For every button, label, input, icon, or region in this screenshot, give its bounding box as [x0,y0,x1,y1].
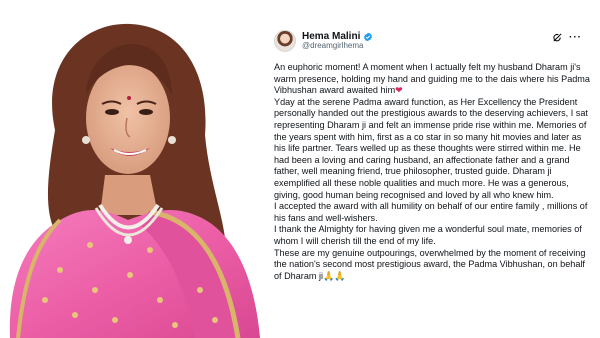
tweet-text: An euphoric moment! A moment when I actu… [274,62,590,282]
portrait-photo [0,0,262,338]
author-handle[interactable]: @dreamgirlhema [302,41,373,50]
paragraph-text: These are my genuine outpourings, overwh… [274,247,586,281]
tweet-paragraph-1: An euphoric moment! A moment when I actu… [274,62,590,97]
author-block: Hema Malini @dreamgirlhema [302,31,373,51]
tweet-paragraph-3: I accepted the award with all humility o… [274,201,588,223]
more-options-icon[interactable]: ··· [569,32,582,43]
header-actions: ··· [552,32,582,43]
portrait-illustration [0,0,262,338]
tweet-card: Hema Malini @dreamgirlhema ··· An euphor… [262,0,600,338]
avatar[interactable] [274,30,296,52]
paragraph-text: An euphoric moment! A moment when I actu… [274,62,590,96]
pray-emoji: 🙏🙏 [323,270,346,281]
tweet-header: Hema Malini @dreamgirlhema ··· [274,28,590,54]
tweet-paragraph-5: These are my genuine outpourings, overwh… [274,248,590,283]
tweet-paragraph-2: Yday at the serene Padma award function,… [274,96,588,200]
grok-icon[interactable] [552,32,563,43]
tweet-paragraph-4: I thank the Almighty for having given me… [274,224,582,246]
verified-badge-icon [364,32,373,42]
heart-emoji: ❤ [395,85,403,96]
